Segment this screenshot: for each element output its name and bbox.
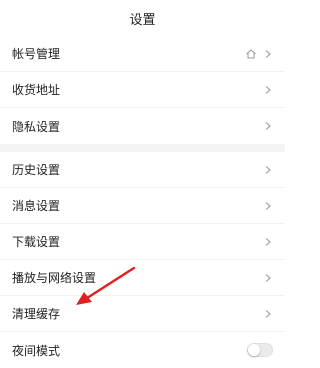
row-message-settings[interactable]: 消息设置: [0, 188, 285, 224]
row-label: 帐号管理: [12, 47, 61, 61]
chevron-right-icon: [265, 165, 271, 174]
row-label: 下载设置: [12, 235, 61, 249]
row-label: 隐私设置: [12, 119, 61, 134]
home-icon: [246, 48, 256, 58]
row-playback-network-settings[interactable]: 播放与网络设置: [0, 260, 285, 296]
row-label: 历史设置: [12, 163, 61, 177]
chevron-right-icon: [265, 201, 271, 210]
row-shipping-address[interactable]: 收货地址: [0, 72, 285, 108]
settings-group-account: 帐号管理 收货地址 隐私设置: [0, 36, 285, 144]
night-mode-toggle[interactable]: [247, 343, 273, 357]
toggle-knob: [248, 344, 260, 356]
chevron-right-icon: [265, 122, 271, 130]
settings-group-general: 历史设置 消息设置 下载设置 播放与网络设置 清理缓存 夜间模式: [0, 152, 285, 368]
page-title: 设置: [129, 12, 156, 28]
row-history-settings[interactable]: 历史设置: [0, 152, 285, 188]
chevron-right-icon: [265, 85, 271, 94]
row-clear-cache[interactable]: 清理缓存: [0, 296, 285, 332]
row-privacy-settings[interactable]: 隐私设置: [0, 108, 285, 144]
row-label: 夜间模式: [12, 343, 61, 358]
row-label: 收货地址: [12, 83, 61, 97]
annotation-arrow-icon: [76, 266, 136, 305]
page-header: 设置: [0, 0, 285, 36]
chevron-right-icon: [265, 273, 271, 282]
row-night-mode: 夜间模式: [0, 332, 285, 368]
row-label: 消息设置: [12, 199, 61, 213]
row-account-management[interactable]: 帐号管理: [0, 36, 285, 72]
chevron-right-icon: [265, 237, 271, 246]
row-download-settings[interactable]: 下载设置: [0, 224, 285, 260]
chevron-right-icon: [265, 49, 271, 58]
chevron-right-icon: [265, 309, 271, 318]
section-divider: [0, 144, 285, 152]
